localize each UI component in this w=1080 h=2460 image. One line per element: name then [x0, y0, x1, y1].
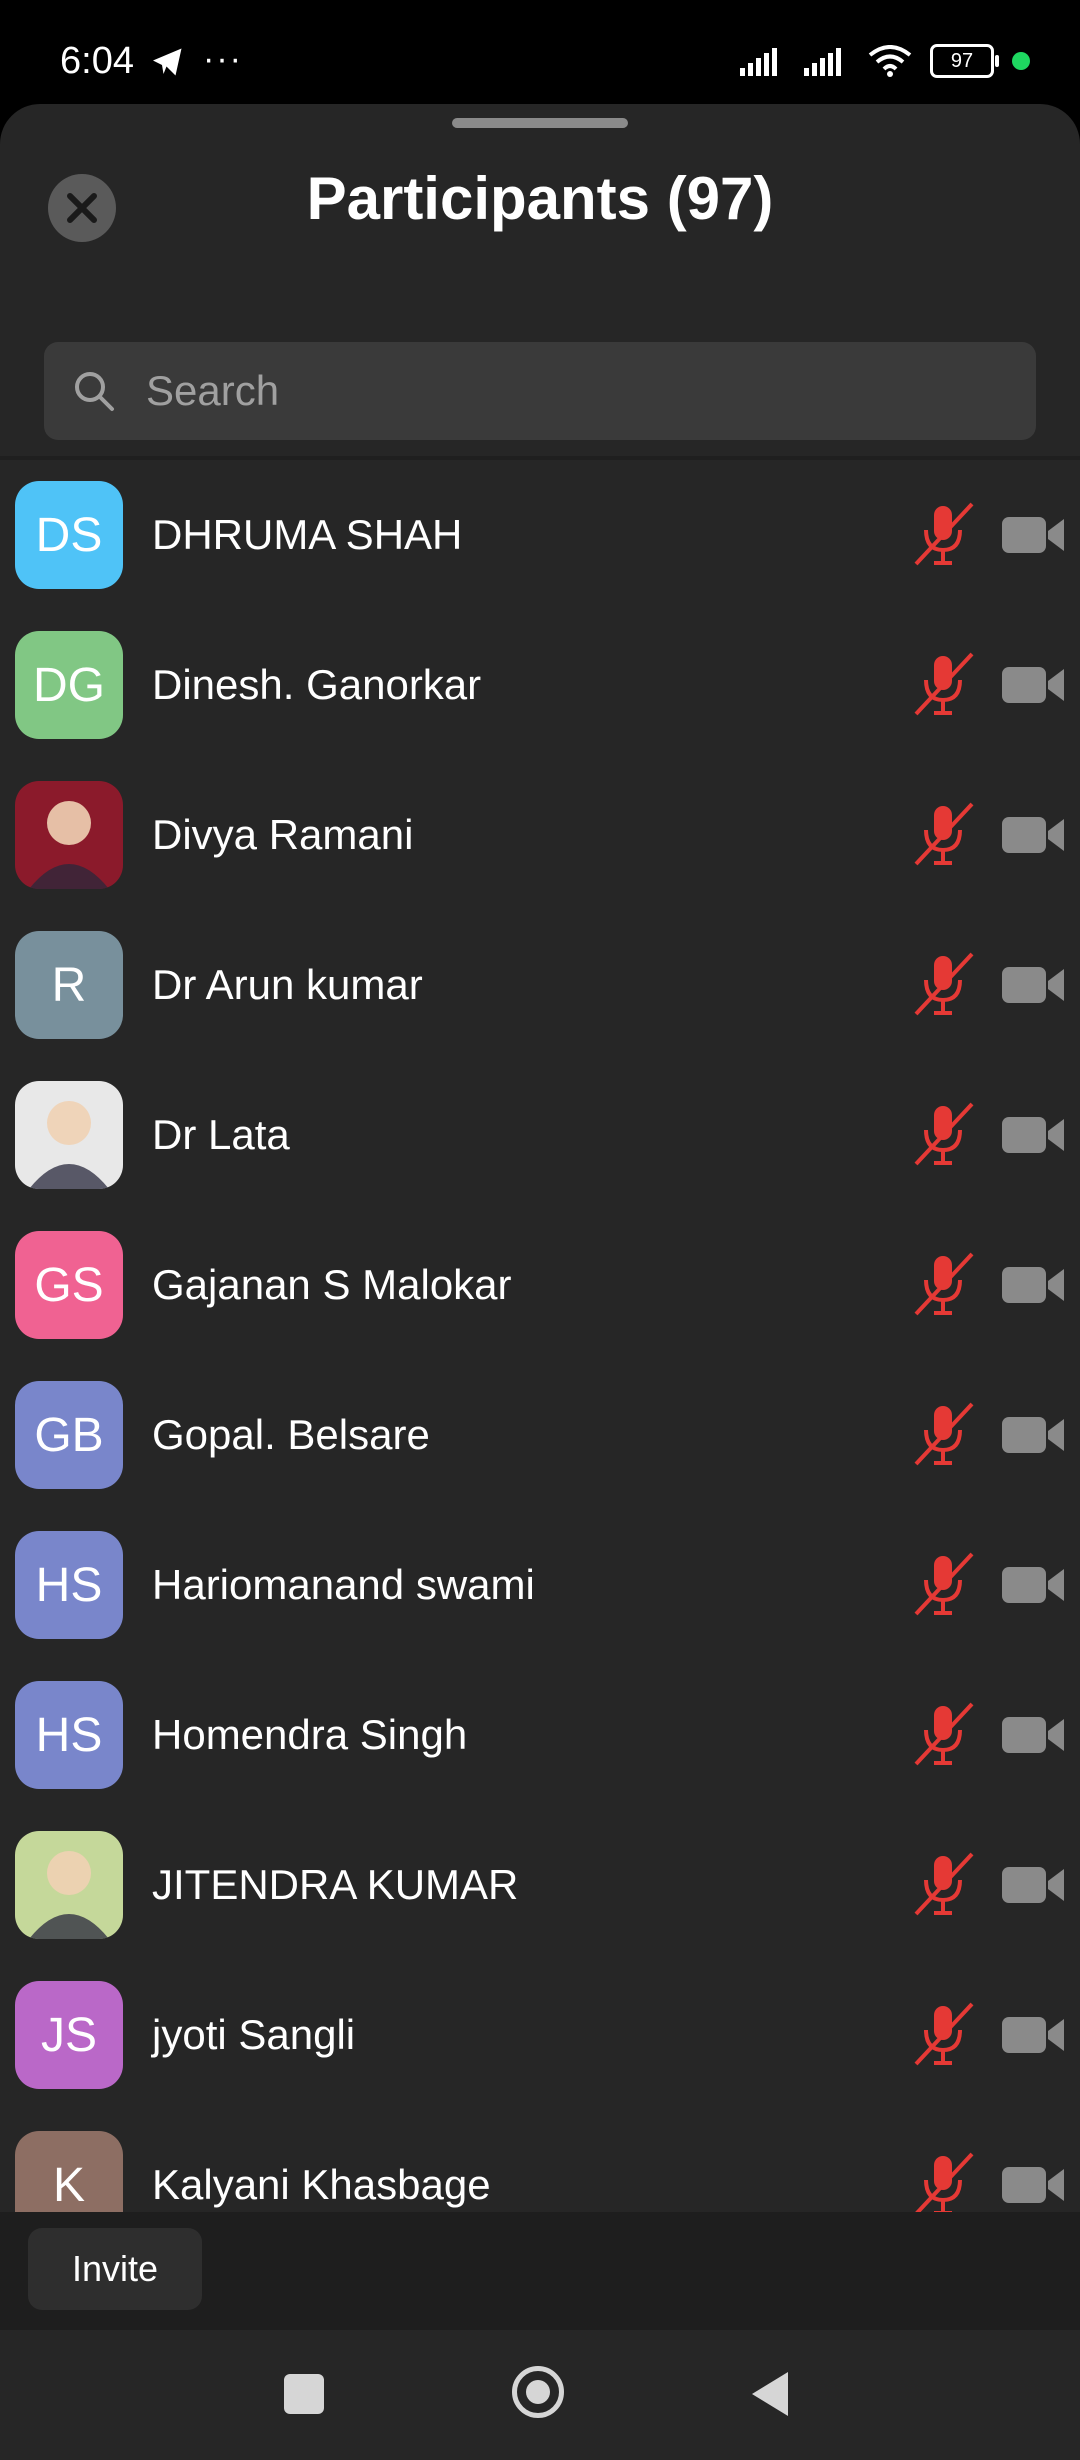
back-button[interactable] — [752, 2372, 788, 2416]
avatar-initials: JS — [40, 2008, 97, 2062]
status-indicators: 97 — [740, 44, 1030, 78]
participants-sheet: Participants (97) DS DHRUMA SHAH DG Dinesh.… — [0, 104, 1080, 2212]
muted-mic-icon[interactable] — [910, 1400, 976, 1470]
video-off-icon[interactable] — [1000, 511, 1066, 559]
muted-mic-icon[interactable] — [910, 950, 976, 1020]
participant-row[interactable]: GB Gopal. Belsare — [0, 1360, 1080, 1510]
avatar: K — [15, 2131, 123, 2212]
muted-mic-icon[interactable] — [910, 1100, 976, 1170]
participant-row[interactable]: HS Hariomanand swami — [0, 1510, 1080, 1660]
muted-mic-icon[interactable] — [910, 1550, 976, 1620]
avatar-photo — [15, 1081, 123, 1189]
avatar-initials: K — [52, 2158, 85, 2212]
avatar-initials: R — [51, 958, 87, 1012]
signal-icon-2 — [804, 48, 841, 76]
avatar-initials: HS — [35, 1708, 103, 1762]
participant-row[interactable]: JS jyoti Sangli — [0, 1960, 1080, 2110]
avatar-photo — [15, 781, 123, 889]
participant-name: JITENDRA KUMAR — [152, 1861, 519, 1908]
bottom-bar: Invite — [0, 2212, 1080, 2330]
status-time: 6:04 — [60, 40, 134, 82]
more-notifications-icon: ··· — [203, 40, 243, 78]
participant-name: Dr Lata — [152, 1111, 290, 1158]
participant-name: Hariomanand swami — [152, 1561, 535, 1608]
avatar-initials: GB — [34, 1408, 104, 1462]
muted-mic-icon[interactable] — [910, 2000, 976, 2070]
video-off-icon[interactable] — [1000, 1261, 1066, 1309]
participant-row[interactable]: R Dr Arun kumar — [0, 910, 1080, 1060]
muted-mic-icon[interactable] — [910, 1700, 976, 1770]
participant-name: jyoti Sangli — [152, 2011, 356, 2058]
muted-mic-icon[interactable] — [910, 500, 976, 570]
video-off-icon[interactable] — [1000, 1111, 1066, 1159]
video-off-icon[interactable] — [1000, 1711, 1066, 1759]
muted-mic-icon[interactable] — [910, 650, 976, 720]
wifi-icon — [868, 45, 912, 77]
avatar-initials: DG — [33, 658, 105, 712]
home-button[interactable] — [512, 2366, 564, 2418]
participant-name: Divya Ramani — [152, 811, 414, 858]
privacy-indicator-dot — [1012, 52, 1030, 70]
avatar: GS — [15, 1231, 123, 1339]
participant-row[interactable]: DS DHRUMA SHAH — [0, 460, 1080, 610]
video-off-icon[interactable] — [1000, 1861, 1066, 1909]
participant-row[interactable]: GS Gajanan S Malokar — [0, 1210, 1080, 1360]
muted-mic-icon[interactable] — [910, 800, 976, 870]
avatar-initials: GS — [34, 1258, 104, 1312]
participant-name: Kalyani Khasbage — [152, 2161, 491, 2208]
participant-row[interactable]: DG Dinesh. Ganorkar — [0, 610, 1080, 760]
status-bar: 6:04 ··· 97 — [0, 0, 1080, 110]
search-icon — [75, 372, 114, 411]
participant-name: Dr Arun kumar — [152, 961, 423, 1008]
search-bar[interactable] — [44, 342, 1036, 440]
avatar: DG — [15, 631, 123, 739]
participant-name: DHRUMA SHAH — [152, 511, 463, 558]
participant-row[interactable]: K Kalyani Khasbage — [0, 2110, 1080, 2212]
telegram-icon — [153, 48, 182, 76]
video-off-icon[interactable] — [1000, 961, 1066, 1009]
signal-icon — [740, 48, 777, 76]
avatar-initials: DS — [35, 508, 103, 562]
muted-mic-icon[interactable] — [910, 1250, 976, 1320]
participant-row[interactable]: JITENDRA KUMAR — [0, 1810, 1080, 1960]
avatar: DS — [15, 481, 123, 589]
navigation-bar — [0, 2330, 1080, 2460]
video-off-icon[interactable] — [1000, 2161, 1066, 2209]
video-off-icon[interactable] — [1000, 2011, 1066, 2059]
video-off-icon[interactable] — [1000, 811, 1066, 859]
avatar: JS — [15, 1981, 123, 2089]
participant-row[interactable]: Dr Lata — [0, 1060, 1080, 1210]
avatar: HS — [15, 1681, 123, 1789]
page-title: Participants (97) — [306, 165, 774, 232]
participant-name: Homendra Singh — [152, 1711, 468, 1758]
participant-row[interactable]: Divya Ramani — [0, 760, 1080, 910]
avatar: GB — [15, 1381, 123, 1489]
video-off-icon[interactable] — [1000, 661, 1066, 709]
video-off-icon[interactable] — [1000, 1411, 1066, 1459]
battery-icon: 97 — [930, 44, 999, 78]
invite-button[interactable]: Invite — [28, 2228, 202, 2310]
search-input[interactable] — [144, 366, 968, 416]
video-off-icon[interactable] — [1000, 1561, 1066, 1609]
participant-list: DS DHRUMA SHAH DG Dinesh. Ganorkar Divya Ram… — [0, 460, 1080, 2212]
recents-button[interactable] — [284, 2374, 324, 2414]
participant-name: Dinesh. Ganorkar — [152, 661, 482, 708]
participant-row[interactable]: HS Homendra Singh — [0, 1660, 1080, 1810]
avatar: R — [15, 931, 123, 1039]
avatar: HS — [15, 1531, 123, 1639]
participant-name: Gajanan S Malokar — [152, 1261, 512, 1308]
muted-mic-icon[interactable] — [910, 2150, 976, 2212]
avatar-initials: HS — [35, 1558, 103, 1612]
participant-name: Gopal. Belsare — [152, 1411, 430, 1458]
muted-mic-icon[interactable] — [910, 1850, 976, 1920]
avatar-photo — [15, 1831, 123, 1939]
drag-handle[interactable] — [452, 118, 628, 128]
